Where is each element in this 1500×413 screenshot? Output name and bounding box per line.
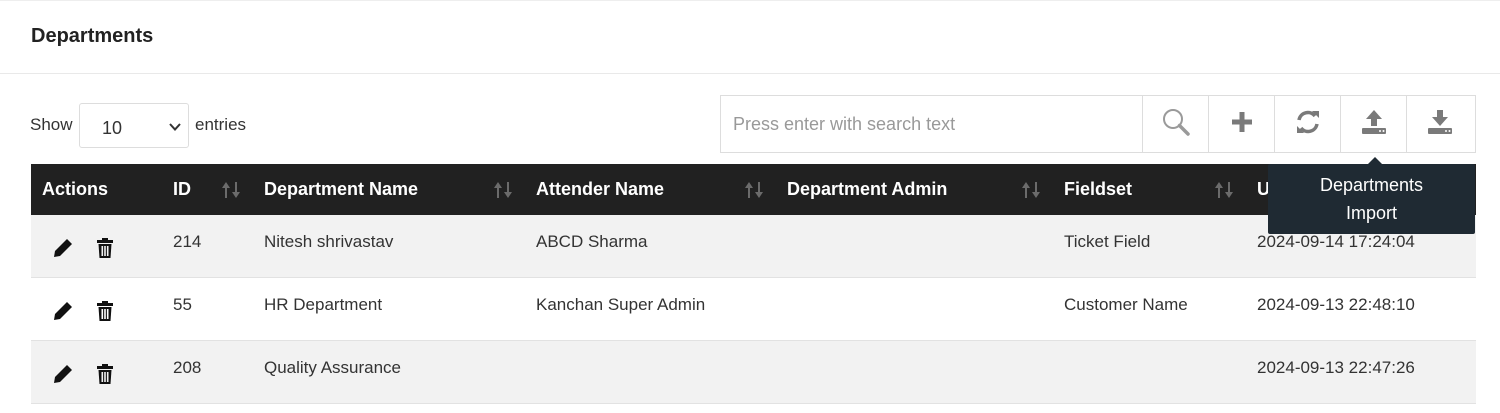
import-button[interactable] xyxy=(1341,96,1407,152)
refresh-icon xyxy=(1295,109,1321,140)
col-header-fieldset[interactable]: Fieldset xyxy=(1064,164,1132,215)
sort-icon[interactable] xyxy=(744,180,764,205)
tooltip-line-2: Import xyxy=(1345,203,1397,223)
cell-attender-name: Kanchan Super Admin xyxy=(536,295,706,314)
show-label: Show xyxy=(30,115,73,134)
col-header-actions: Actions xyxy=(42,179,109,199)
plus-icon xyxy=(1230,110,1254,139)
chevron-down-icon xyxy=(168,120,182,139)
pencil-icon[interactable] xyxy=(52,237,74,264)
search-input[interactable] xyxy=(721,96,1143,152)
table-row: 214 Nitesh shrivastav ABCD Sharma Ticket… xyxy=(31,215,1476,278)
sort-icon[interactable] xyxy=(1021,180,1041,205)
search-button[interactable] xyxy=(1143,96,1209,152)
sort-icon[interactable] xyxy=(221,180,241,205)
cell-attender-name: ABCD Sharma xyxy=(536,232,648,251)
download-icon xyxy=(1426,108,1454,141)
entries-per-page-select[interactable]: 10 xyxy=(79,103,189,148)
sort-icon[interactable] xyxy=(493,180,513,205)
table-header: Actions ID Department Name Attender Name… xyxy=(31,164,1476,215)
cell-updated: 2024-09-14 17:24:04 xyxy=(1257,232,1415,251)
tooltip-arrow xyxy=(1368,157,1382,164)
entries-select-value: 10 xyxy=(102,118,123,138)
refresh-button[interactable] xyxy=(1275,96,1341,152)
cell-fieldset: Customer Name xyxy=(1064,295,1188,314)
col-header-attender-name[interactable]: Attender Name xyxy=(536,164,664,215)
trash-icon[interactable] xyxy=(96,363,114,390)
toolbar xyxy=(720,95,1476,153)
trash-icon[interactable] xyxy=(96,300,114,327)
page-title: Departments xyxy=(31,25,154,47)
cell-updated: 2024-09-13 22:48:10 xyxy=(1257,295,1415,314)
upload-icon xyxy=(1360,108,1388,141)
cell-updated: 2024-09-13 22:47:26 xyxy=(1257,358,1415,377)
table-row: 208 Quality Assurance 2024-09-13 22:47:2… xyxy=(31,341,1476,404)
entries-label: entries xyxy=(195,115,247,134)
trash-icon[interactable] xyxy=(96,237,114,264)
cell-id: 208 xyxy=(173,358,202,377)
col-header-department-name[interactable]: Department Name xyxy=(264,164,418,215)
sort-icon[interactable] xyxy=(1214,180,1234,205)
add-button[interactable] xyxy=(1209,96,1275,152)
col-header-department-admin[interactable]: Department Admin xyxy=(787,164,947,215)
tooltip-line-1: Departments xyxy=(1319,175,1424,195)
departments-table: Actions ID Department Name Attender Name… xyxy=(31,164,1476,404)
cell-fieldset: Ticket Field xyxy=(1064,232,1151,251)
cell-department-name: Quality Assurance xyxy=(264,358,402,377)
cell-id: 214 xyxy=(173,232,202,251)
search-icon xyxy=(1160,106,1192,143)
panel-header: Departments xyxy=(0,0,1500,74)
cell-department-name: Nitesh shrivastav xyxy=(264,232,394,251)
export-button[interactable] xyxy=(1407,96,1473,152)
pencil-icon[interactable] xyxy=(52,363,74,390)
cell-id: 55 xyxy=(173,295,192,314)
import-tooltip: Departments Import xyxy=(1268,164,1475,234)
table-row: 55 HR Department Kanchan Super Admin Cus… xyxy=(31,278,1476,341)
pencil-icon[interactable] xyxy=(52,300,74,327)
col-header-id[interactable]: ID xyxy=(173,164,191,215)
cell-department-name: HR Department xyxy=(264,295,383,314)
